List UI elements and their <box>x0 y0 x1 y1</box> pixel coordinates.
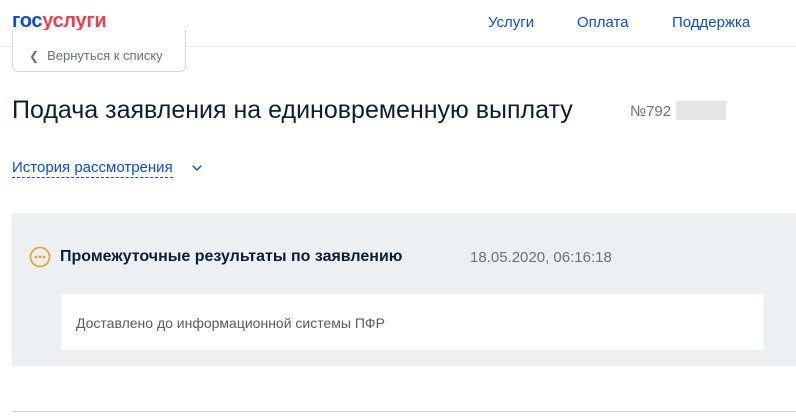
logo-part-gos: гос <box>12 10 43 32</box>
chevron-down-icon[interactable] <box>190 161 204 175</box>
nav-payment-link[interactable]: Оплата <box>577 14 629 31</box>
status-title: Промежуточные результаты по заявлению <box>60 248 403 265</box>
history-toggle-link[interactable]: История рассмотрения <box>12 159 173 178</box>
back-to-list-label: Вернуться к списку <box>47 48 163 63</box>
application-number: №792 <box>630 103 672 120</box>
divider <box>12 411 796 412</box>
nav-support-link[interactable]: Поддержка <box>672 14 750 31</box>
page-title: Подача заявления на единовременную выпла… <box>12 96 573 124</box>
pending-dots-icon <box>29 246 51 268</box>
application-number-mask <box>676 101 726 120</box>
nav-services-link[interactable]: Услуги <box>488 14 534 31</box>
logo-part-uslugi: услуги <box>42 10 107 32</box>
status-panel: Промежуточные результаты по заявлению 18… <box>12 213 796 366</box>
back-to-list-button[interactable]: ❮ Вернуться к списку <box>12 30 186 72</box>
chevron-left-icon: ❮ <box>29 48 40 63</box>
status-message: Доставлено до информационной системы ПФР <box>61 294 764 350</box>
status-datetime: 18.05.2020, 06:16:18 <box>470 249 612 266</box>
